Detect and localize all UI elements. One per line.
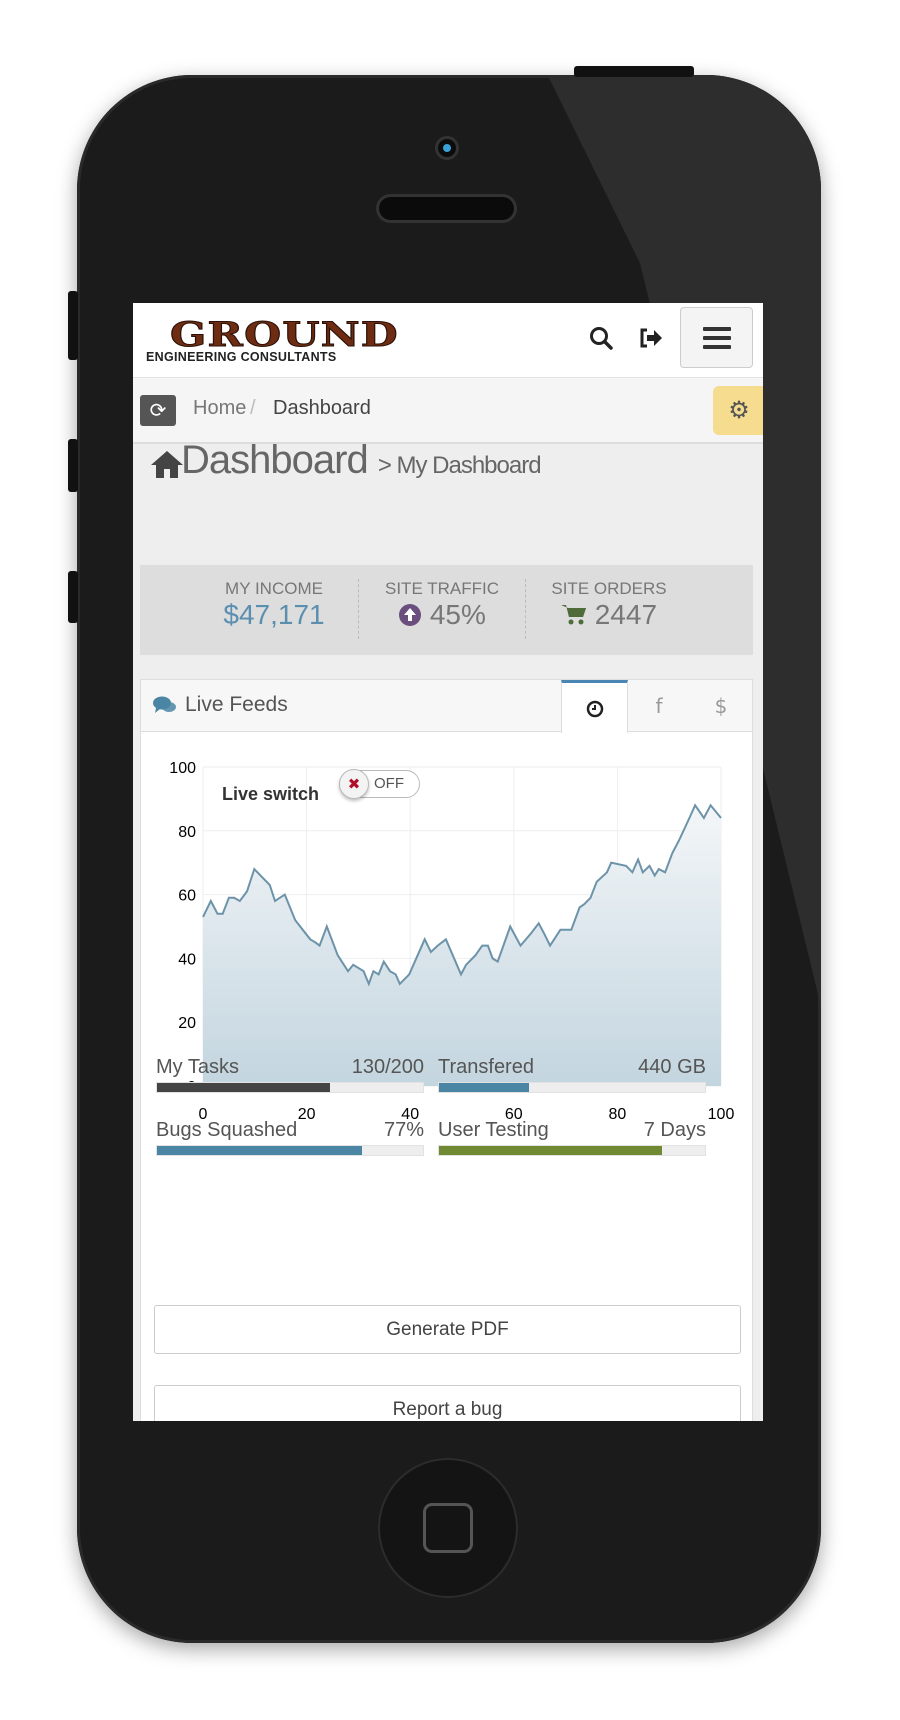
breadcrumb-dashboard: Dashboard [273, 397, 371, 419]
side-button [68, 291, 78, 360]
dollar-icon: $ [714, 694, 728, 718]
breadcrumb-home[interactable]: Home [193, 397, 246, 420]
area-fill [203, 805, 721, 1086]
side-button [68, 571, 78, 623]
toggle-knob: ✖ [339, 769, 369, 799]
stat-value: 2447 [594, 599, 658, 630]
panel-title: Live Feeds [185, 693, 288, 716]
tab-dollar[interactable]: $ [690, 680, 752, 732]
comments-icon [153, 695, 177, 719]
tab-facebook[interactable]: f [628, 680, 690, 732]
progress-value: 77% [383, 1119, 424, 1141]
stats-bar: MY INCOME $47,171 SITE TRAFFIC 45% SITE … [140, 565, 753, 655]
y-tick-label: 20 [178, 1015, 196, 1032]
generate-pdf-button[interactable]: Generate PDF [154, 1305, 741, 1354]
progress-fill [157, 1083, 330, 1092]
header: GROUND ENGINEERING CONSULTANTS [133, 303, 763, 378]
y-tick-label: 100 [169, 760, 196, 777]
progress-value: 130/200 [351, 1056, 424, 1078]
stat-value: $47,171 [223, 599, 325, 630]
stat-traffic: SITE TRAFFIC 45% [357, 565, 527, 631]
stat-value: 45% [429, 599, 486, 630]
logo-title[interactable]: GROUND [169, 315, 399, 356]
settings-button[interactable]: ⚙ [713, 386, 763, 435]
toggle-state: OFF [374, 775, 404, 792]
stat-label: SITE ORDERS [551, 579, 667, 598]
progress-value: 440 GB [638, 1056, 706, 1078]
search-icon[interactable] [588, 325, 614, 357]
shopping-cart-icon [560, 605, 586, 625]
progress-label: User Testing [438, 1119, 549, 1141]
hamburger-menu-button[interactable] [680, 307, 753, 368]
stat-income: MY INCOME $47,171 [189, 565, 359, 631]
progress-label: Bugs Squashed [156, 1119, 298, 1141]
live-switch-toggle[interactable]: ✖ OFF [339, 769, 420, 799]
stat-label: SITE TRAFFIC [385, 579, 499, 598]
refresh-button[interactable]: ⟳ [140, 395, 176, 426]
tab-clock[interactable] [561, 680, 628, 733]
y-tick-label: 40 [178, 951, 196, 968]
stat-orders: SITE ORDERS 2447 [524, 565, 694, 631]
arrow-circle-up-icon [399, 604, 422, 626]
progress-fill [439, 1146, 663, 1155]
home-button[interactable] [380, 1460, 516, 1596]
camera [438, 139, 456, 157]
gear-icon: ⚙ [728, 396, 750, 424]
breadcrumb-separator: / [250, 397, 256, 419]
logo-subtitle: ENGINEERING CONSULTANTS [146, 350, 337, 364]
y-tick-label: 80 [178, 824, 196, 841]
page-subtitle: > My Dashboard [377, 452, 542, 479]
side-button [68, 439, 78, 492]
top-button [574, 66, 694, 77]
x-tick-label: 80 [609, 1106, 627, 1123]
home-icon [150, 444, 184, 489]
sign-out-icon[interactable] [638, 327, 664, 353]
progress-value: 7 Days [643, 1119, 706, 1141]
progress-label: Transfered [438, 1056, 534, 1078]
report-bug-button[interactable]: Report a bug [154, 1385, 741, 1421]
screen: GROUND ENGINEERING CONSULTANTS ⟳ Home / … [133, 303, 763, 1421]
facebook-icon: f [655, 694, 663, 718]
stat-label: MY INCOME [225, 579, 323, 598]
page-title-text: Dashboard [181, 438, 369, 482]
clock-icon [586, 700, 603, 718]
x-icon: ✖ [347, 775, 361, 793]
progress-bar [156, 1145, 424, 1156]
progress-bar [156, 1082, 424, 1093]
progress-bar [438, 1082, 706, 1093]
panel-header: Live Feeds f $ [141, 680, 752, 733]
progress-bar [438, 1145, 706, 1156]
progress-label: My Tasks [156, 1056, 239, 1078]
live-switch-label: Live switch [222, 784, 320, 804]
speaker [379, 197, 514, 220]
progress-fill [157, 1146, 362, 1155]
live-feeds-panel: Live Feeds f $ 020406080100020406080100 … [140, 679, 753, 1421]
x-tick-label: 100 [708, 1106, 735, 1123]
breadcrumb-bar: ⟳ Home / Dashboard ⚙ [133, 378, 763, 444]
page-title: Dashboard > My Dashboard [151, 438, 542, 483]
progress-fill [439, 1083, 530, 1092]
y-tick-label: 60 [178, 888, 196, 905]
x-tick-label: 20 [298, 1106, 316, 1123]
